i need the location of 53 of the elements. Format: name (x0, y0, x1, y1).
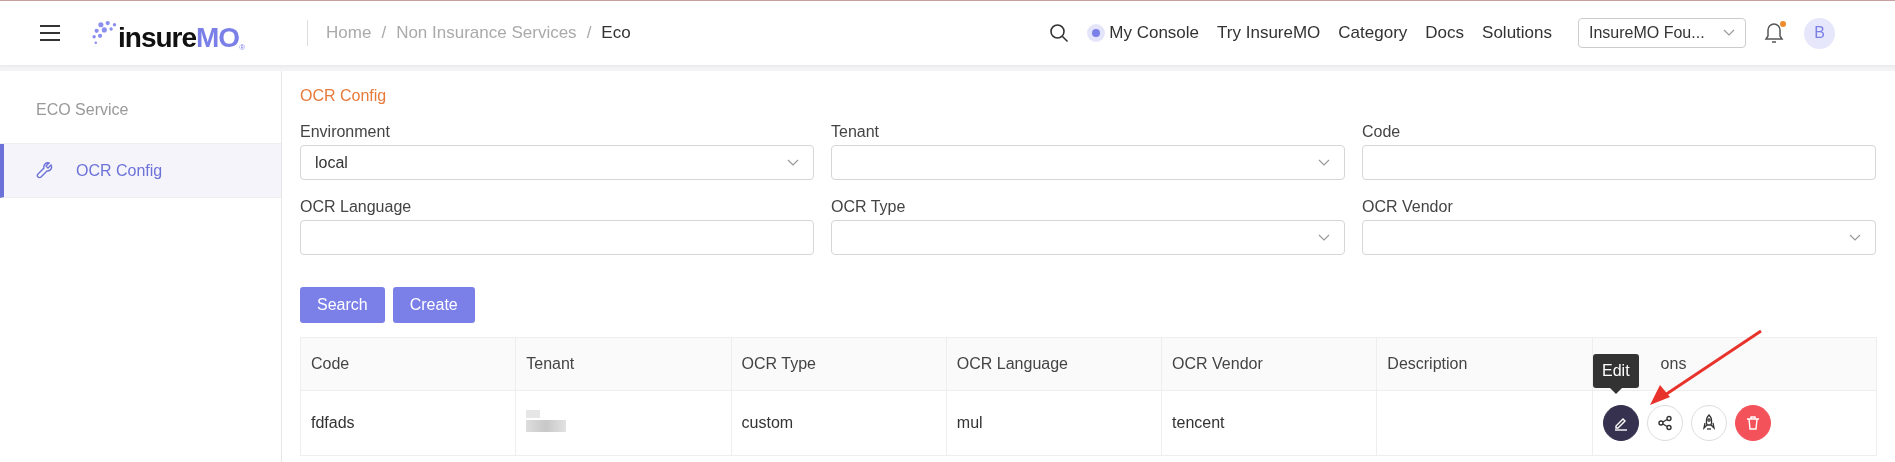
tooltip: Edit (1593, 354, 1639, 394)
nav-link[interactable]: My Console (1109, 23, 1200, 43)
share-icon (1656, 415, 1673, 431)
table-cell: mul (956, 414, 983, 431)
field-label: Tenant (831, 123, 881, 141)
table-cell: fdfads (311, 414, 355, 431)
rocket-icon (1700, 414, 1717, 432)
column-header: OCR Type (741, 355, 816, 372)
field-label: OCR Vendor (1362, 198, 1454, 216)
search-icon[interactable] (1049, 23, 1070, 43)
field-label: OCR Language (300, 198, 413, 216)
edit-button[interactable] (1602, 405, 1639, 441)
select-field[interactable] (1362, 220, 1876, 255)
table-cell: tencent (1172, 414, 1225, 431)
column-header: Description (1387, 355, 1468, 372)
field-label: Code (1362, 123, 1402, 141)
nav-link[interactable]: Solutions (1482, 23, 1552, 43)
nav-link[interactable]: Category (1338, 23, 1408, 43)
wrench-icon (36, 161, 54, 180)
column-header: Code (311, 355, 350, 372)
deploy-button[interactable] (1690, 405, 1727, 441)
column-header: Tenant (526, 355, 575, 372)
chevron-down-icon (1318, 158, 1330, 167)
chevron-down-icon (1318, 233, 1330, 242)
chevron-down-icon (1849, 233, 1861, 242)
bell-icon[interactable] (1764, 21, 1786, 45)
column-header: ons (1660, 355, 1687, 372)
field-label: Environment (300, 123, 391, 141)
column-header: OCR Language (956, 355, 1068, 372)
tenant-select[interactable]: InsureMO Fou... (1578, 18, 1746, 48)
sidebar-item[interactable]: OCR Config (0, 144, 281, 198)
share-button[interactable] (1646, 405, 1683, 441)
select-field[interactable] (831, 220, 1345, 255)
nav-link[interactable]: Try InsureMO (1217, 23, 1321, 43)
nav-link[interactable]: Docs (1425, 23, 1465, 43)
input-field[interactable] (1362, 145, 1876, 180)
logo[interactable]: insureMO® (88, 14, 246, 52)
input-field[interactable] (300, 220, 814, 255)
select-field[interactable]: local (300, 145, 814, 180)
page-title: OCR Config (300, 87, 388, 105)
table-cell: custom (741, 414, 794, 431)
select-field[interactable] (831, 145, 1345, 180)
field-label: OCR Type (831, 198, 907, 216)
menu-icon[interactable] (38, 23, 62, 43)
breadcrumb-item: Eco (601, 23, 631, 43)
chevron-down-icon (787, 158, 799, 167)
column-header: OCR Vendor (1172, 355, 1263, 372)
breadcrumb-separator: / (586, 23, 592, 43)
delete-button[interactable] (1734, 405, 1771, 441)
breadcrumb-separator: / (381, 23, 387, 43)
chevron-down-icon (1723, 29, 1735, 37)
trash-icon (1744, 415, 1761, 431)
console-dot-icon (1087, 24, 1106, 42)
